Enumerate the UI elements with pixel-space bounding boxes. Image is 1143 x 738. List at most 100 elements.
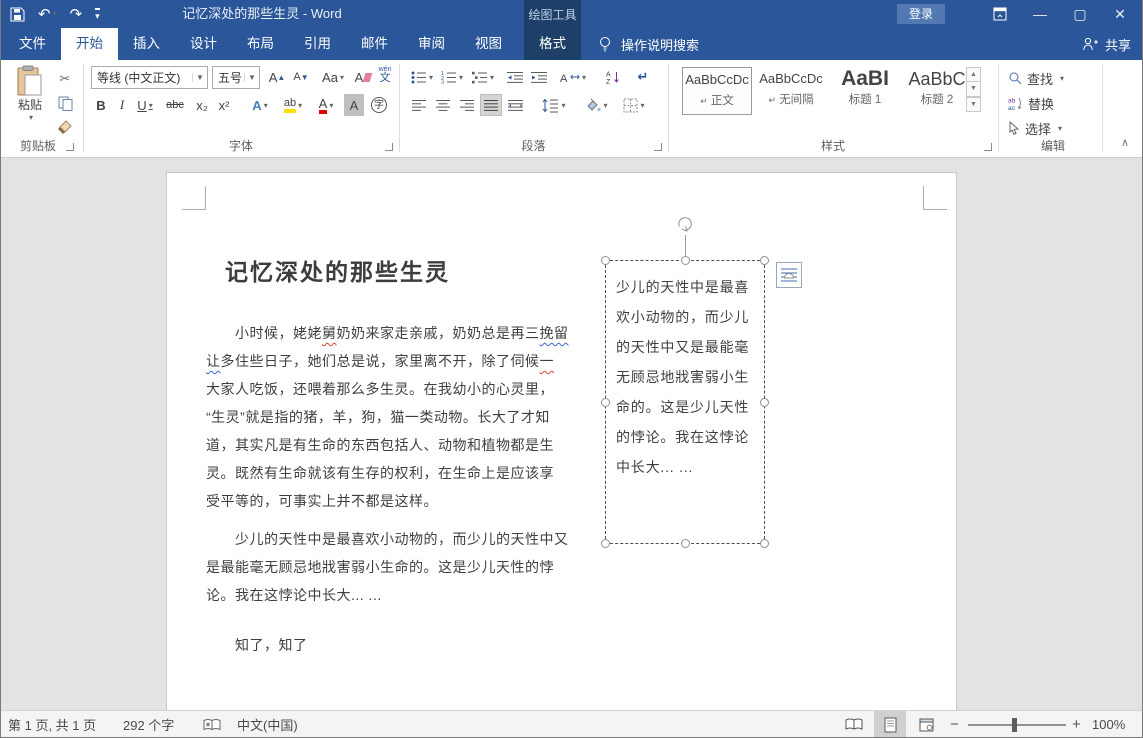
bold-button[interactable]: B [92, 94, 110, 116]
doc-line[interactable]: 论。我在这悖论中长大... ... [206, 581, 551, 609]
align-right-button[interactable] [456, 94, 478, 116]
bullets-button[interactable]: ▾ [408, 66, 436, 88]
change-case-button[interactable]: Aa▾ [318, 66, 348, 88]
style-heading2[interactable]: AaBbC 标题 2 [902, 67, 972, 115]
doc-line[interactable]: 小时候，姥姥舅奶奶来家走亲戚，奶奶总是再三挽留 [206, 319, 551, 347]
multilevel-list-button[interactable]: ▾ [468, 66, 498, 88]
doc-line[interactable]: 大家人吃饭，还喂着那么多生灵。在我幼小的心灵里， [206, 375, 551, 403]
doc-line[interactable]: “生灵”就是指的猪，羊，狗，猫一类动物。长大了才知 [206, 403, 551, 431]
doc-line[interactable]: 知了，知了 [206, 631, 551, 659]
numbering-button[interactable]: 123 ▾ [438, 66, 466, 88]
increase-indent-button[interactable] [528, 66, 550, 88]
paragraph-2[interactable]: 少儿的天性中是最喜欢小动物的，而少儿的天性中又是最能毫无顾忌地戕害弱小生命的。这… [206, 525, 551, 609]
styles-dialog-launcher[interactable] [984, 143, 992, 151]
grow-font-button[interactable]: A▲ [266, 66, 288, 88]
font-color-button[interactable]: A▾ [312, 94, 340, 116]
resize-handle-middle-left[interactable] [601, 398, 610, 407]
justify-button[interactable] [480, 94, 502, 116]
share-button[interactable]: 共享 [1082, 28, 1131, 60]
gallery-scroll-down-button[interactable]: ▼ [966, 82, 981, 97]
highlight-color-button[interactable]: ab▾ [278, 94, 308, 116]
clipboard-dialog-launcher[interactable] [66, 143, 74, 151]
font-name-select[interactable]: 等线 (中文正文) ▼ [91, 66, 208, 89]
clear-formatting-button[interactable]: A [352, 66, 374, 88]
shading-button[interactable]: ▾ [580, 94, 612, 116]
resize-handle-bottom-left[interactable] [601, 539, 610, 548]
zoom-level[interactable]: 100% [1092, 711, 1125, 738]
doc-line[interactable]: 是最能毫无顾忌地戕害弱小生命的。这是少儿天性的悖 [206, 553, 551, 581]
resize-handle-top-right[interactable] [760, 256, 769, 265]
tab-file[interactable]: 文件 [4, 28, 61, 60]
enclose-characters-button[interactable]: 字 [368, 94, 390, 116]
resize-handle-middle-right[interactable] [760, 398, 769, 407]
tab-references[interactable]: 引用 [289, 28, 346, 60]
copy-button[interactable] [54, 92, 76, 114]
layout-options-button[interactable] [776, 262, 802, 288]
page-indicator[interactable]: 第 1 页, 共 1 页 [8, 711, 96, 738]
show-marks-button[interactable]: ↵ [632, 66, 654, 88]
minimize-button[interactable]: — [1025, 0, 1055, 28]
shrink-font-button[interactable]: A▼ [290, 66, 312, 88]
doc-line[interactable]: 受平等的，可事实上并不都是这样。 [206, 487, 551, 515]
gallery-more-button[interactable]: ▼ [966, 97, 981, 112]
document-heading[interactable]: 记忆深处的那些生灵 [225, 253, 450, 287]
ribbon-display-options-button[interactable] [985, 0, 1015, 28]
doc-line[interactable]: 让多住些日子，她们总是说，家里离不开，除了伺候一 [206, 347, 551, 375]
resize-handle-bottom-right[interactable] [760, 539, 769, 548]
underline-button[interactable]: U▾ [132, 94, 158, 116]
tab-home[interactable]: 开始 [61, 28, 118, 60]
word-count[interactable]: 292 个字 [123, 711, 174, 738]
select-button[interactable]: 选择 ▾ [1008, 118, 1062, 138]
zoom-slider-track[interactable] [968, 724, 1066, 726]
tab-review[interactable]: 审阅 [403, 28, 460, 60]
style-heading1[interactable]: AaBI 标题 1 [830, 67, 900, 115]
distribute-button[interactable] [504, 94, 528, 116]
doc-line[interactable]: 少儿的天性中是最喜欢小动物的，而少儿的天性中又 [206, 525, 551, 553]
web-layout-button[interactable] [910, 711, 942, 738]
tab-design[interactable]: 设计 [175, 28, 232, 60]
superscript-button[interactable]: x² [214, 94, 234, 116]
asian-layout-button[interactable]: A ▾ [556, 66, 590, 88]
paste-button[interactable]: 粘贴 ▾ [8, 65, 52, 139]
doc-line[interactable]: 道，其实凡是有生命的东西包括人、动物和植物都是生 [206, 431, 551, 459]
cut-button[interactable]: ✂ [54, 68, 76, 90]
strikethrough-button[interactable]: abc [162, 94, 188, 116]
format-painter-button[interactable] [54, 116, 76, 138]
read-mode-button[interactable] [838, 711, 870, 738]
tab-view[interactable]: 视图 [460, 28, 517, 60]
text-effects-button[interactable]: A▾ [246, 94, 274, 116]
decrease-indent-button[interactable] [504, 66, 526, 88]
close-button[interactable]: ✕ [1105, 0, 1135, 28]
language-indicator[interactable]: 中文(中国) [237, 711, 298, 738]
maximize-button[interactable]: ▢ [1065, 0, 1095, 28]
gallery-scroll-up-button[interactable]: ▲ [966, 67, 981, 82]
sort-button[interactable]: AZ [600, 66, 626, 88]
proofing-status-button[interactable] [203, 711, 221, 738]
zoom-in-button[interactable]: + [1072, 711, 1081, 738]
rotation-handle[interactable] [674, 213, 696, 235]
font-size-select[interactable]: 五号 ▼ [212, 66, 260, 89]
style-normal[interactable]: AaBbCcDc ↵ 正文 [682, 67, 752, 115]
text-box[interactable]: 少儿的天性中是最喜 欢小动物的，而少儿 的天性中又是最能毫 无顾忌地戕害弱小生 … [605, 260, 765, 544]
line-spacing-button[interactable]: ▾ [538, 94, 570, 116]
resize-handle-top-left[interactable] [601, 256, 610, 265]
phonetic-guide-button[interactable]: wén文 [376, 64, 394, 86]
align-left-button[interactable] [408, 94, 430, 116]
paragraph-3[interactable]: 知了，知了 [206, 631, 551, 659]
resize-handle-top-middle[interactable] [681, 256, 690, 265]
character-shading-button[interactable]: A [344, 94, 364, 116]
text-box-content[interactable]: 少儿的天性中是最喜 欢小动物的，而少儿 的天性中又是最能毫 无顾忌地戕害弱小生 … [616, 272, 749, 482]
collapse-ribbon-button[interactable]: ∧ [1121, 136, 1129, 149]
align-center-button[interactable] [432, 94, 454, 116]
tell-me-search[interactable]: 操作说明搜索 [598, 28, 699, 60]
document-page[interactable]: 记忆深处的那些生灵 小时候，姥姥舅奶奶来家走亲戚，奶奶总是再三挽留让多住些日子，… [166, 172, 957, 710]
tab-mailings[interactable]: 邮件 [346, 28, 403, 60]
tab-insert[interactable]: 插入 [118, 28, 175, 60]
zoom-out-button[interactable]: − [950, 711, 959, 738]
tab-layout[interactable]: 布局 [232, 28, 289, 60]
print-layout-button[interactable] [874, 711, 906, 738]
borders-button[interactable]: ▾ [618, 94, 650, 116]
style-no-spacing[interactable]: AaBbCcDc ↵ 无间隔 [756, 67, 826, 115]
find-button[interactable]: 查找 ▾ [1008, 68, 1064, 88]
italic-button[interactable]: I [114, 94, 130, 116]
